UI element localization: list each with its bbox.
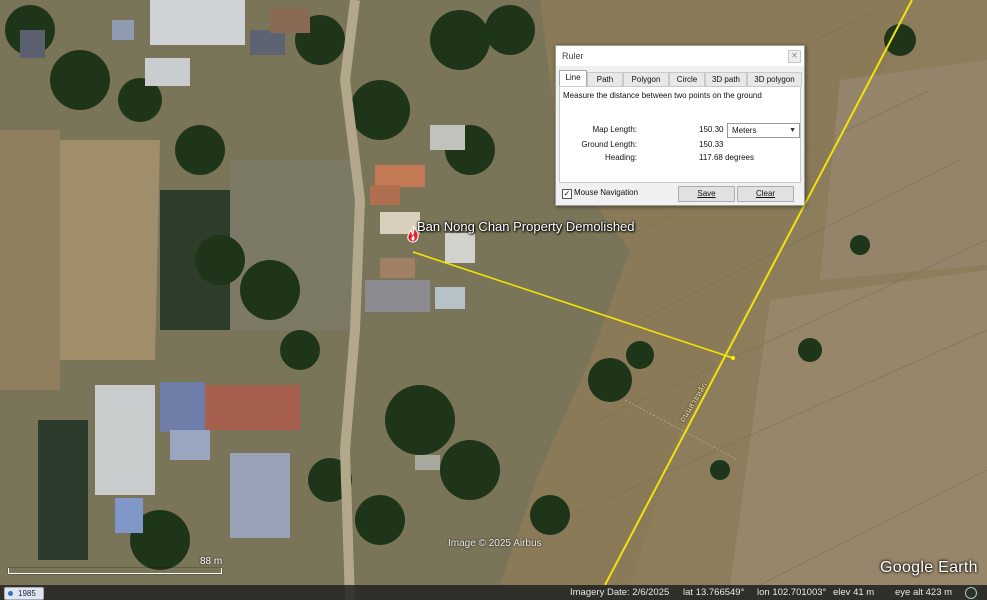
historical-year: 1985 <box>18 589 36 598</box>
streaming-globe-icon <box>965 587 977 599</box>
tab-circle[interactable]: Circle <box>669 72 705 86</box>
map-length-value: 150.30 <box>699 125 724 134</box>
placemark-label[interactable]: Ban Nong Chan Property Demolished <box>417 219 635 234</box>
clock-icon <box>8 591 13 596</box>
map-length-label: Map Length: <box>592 125 637 134</box>
elevation-readout: elev 41 m <box>833 587 875 598</box>
mouse-navigation-checkbox[interactable]: ✓ <box>562 189 572 199</box>
save-button[interactable]: Save <box>678 186 735 202</box>
ruler-description: Measure the distance between two points … <box>563 91 762 100</box>
clear-button[interactable]: Clear <box>737 186 794 202</box>
tab-path[interactable]: Path <box>587 72 623 86</box>
status-bar: Imagery Date: 2/6/2025 lat 13.766549° lo… <box>0 585 987 600</box>
mouse-navigation-label: Mouse Navigation <box>574 188 639 197</box>
chevron-down-icon[interactable]: ▼ <box>789 124 796 137</box>
tab-3d-polygon[interactable]: 3D polygon <box>747 72 802 86</box>
ruler-titlebar[interactable]: Ruler ✕ <box>556 46 804 66</box>
longitude-readout: lon 102.701003° <box>757 587 827 598</box>
unit-select[interactable]: Meters ▼ <box>727 123 800 138</box>
tab-polygon[interactable]: Polygon <box>623 72 669 86</box>
eye-altitude-readout: eye alt 423 m <box>895 587 953 598</box>
ruler-dialog: Ruler ✕ Line Path Polygon Circle 3D path… <box>555 45 805 206</box>
close-icon[interactable]: ✕ <box>788 50 801 63</box>
heading-value: 117.68 degrees <box>699 153 755 162</box>
ruler-line-pane: Measure the distance between two points … <box>559 86 801 183</box>
latitude-readout: lat 13.766549° <box>683 587 745 598</box>
satellite-map[interactable]: Ban Nong Chan Property Demolished ถนนสาย… <box>0 0 987 600</box>
imagery-date: Imagery Date: 2/6/2025 <box>570 587 670 598</box>
tab-3d-path[interactable]: 3D path <box>705 72 747 86</box>
ground-length-value: 150.33 <box>699 140 724 149</box>
historical-imagery-button[interactable]: 1985 <box>4 587 44 600</box>
heading-label: Heading: <box>604 153 637 162</box>
google-earth-logo: Google Earth <box>880 559 978 576</box>
image-credit: Image © 2025 Airbus <box>448 538 542 549</box>
scale-label: 88 m <box>200 556 223 567</box>
ruler-end-point[interactable] <box>731 356 735 360</box>
satellite-imagery[interactable] <box>0 0 987 600</box>
tab-line[interactable]: Line <box>559 70 587 86</box>
ruler-title: Ruler <box>562 51 584 61</box>
scale-bar <box>8 568 222 574</box>
ground-length-label: Ground Length: <box>581 140 637 149</box>
unit-select-value: Meters <box>732 126 757 135</box>
